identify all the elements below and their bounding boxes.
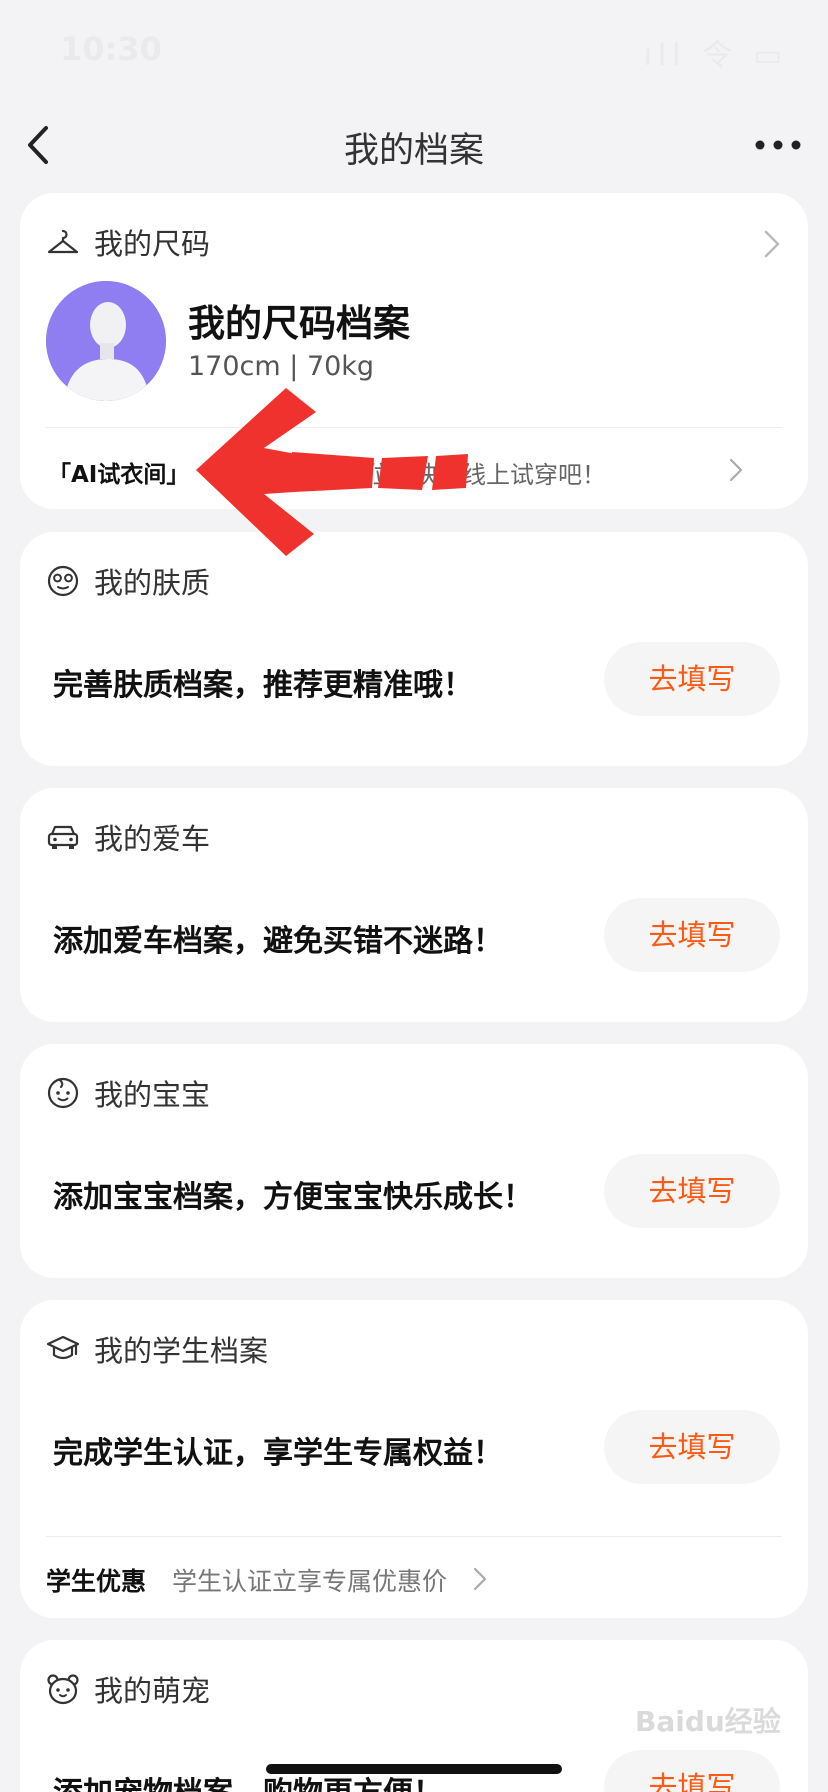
bear-icon	[46, 1672, 80, 1706]
skin-card[interactable]: 我的肤质 完善肤质档案，推荐更精准哦！ 去填写	[20, 532, 808, 766]
divider	[46, 1536, 782, 1537]
status-indicators: ıll 令 ▭	[643, 38, 788, 73]
pet-card-title: 我的萌宠	[94, 1674, 211, 1708]
pet-fill-button[interactable]: 去填写	[604, 1750, 780, 1792]
car-card-prompt: 添加爱车档案，避免买错不迷路！	[53, 924, 503, 959]
size-card-header: 我的尺码	[46, 217, 210, 267]
chevron-right-icon[interactable]	[760, 229, 784, 259]
baby-card-prompt: 添加宝宝档案，方便宝宝快乐成长！	[53, 1180, 533, 1215]
student-promo-label[interactable]: 学生优惠	[46, 1562, 146, 1598]
avatar	[46, 281, 166, 401]
pet-card-header: 我的萌宠	[46, 1664, 210, 1714]
baby-card-title: 我的宝宝	[94, 1078, 211, 1112]
size-card-title: 我的尺码	[94, 227, 211, 261]
chevron-right-icon[interactable]	[472, 1566, 488, 1592]
car-card-title: 我的爱车	[94, 822, 211, 856]
student-card-title: 我的学生档案	[94, 1334, 269, 1368]
student-card-header: 我的学生档案	[46, 1324, 268, 1374]
student-card[interactable]: 我的学生档案 完成学生认证，享学生专属权益！ 去填写 学生优惠 学生认证立享专属…	[20, 1300, 808, 1618]
student-promo-text[interactable]: 学生认证立享专属优惠价	[172, 1562, 447, 1598]
mannequin-icon	[46, 281, 166, 401]
size-profile-measurements: 170cm | 70kg	[188, 351, 375, 382]
watermark-text: Baidu经验	[635, 1705, 781, 1738]
ai-tryon-tag[interactable]: 「AI试衣间」	[48, 455, 189, 489]
baby-card[interactable]: 我的宝宝 添加宝宝档案，方便宝宝快乐成长！ 去填写	[20, 1044, 808, 1278]
baby-card-header: 我的宝宝	[46, 1068, 210, 1118]
baby-face-icon	[46, 1076, 80, 1110]
baby-fill-button[interactable]: 去填写	[604, 1154, 780, 1228]
status-bar: 10:30 ıll 令 ▭	[0, 0, 828, 100]
archive-page: 10:30 ıll 令 ▭ 我的档案 我的尺码 我的尺码档案 170cm | 7…	[0, 0, 828, 1792]
more-button[interactable]	[748, 122, 808, 168]
skin-card-title: 我的肤质	[94, 566, 211, 600]
skin-card-header: 我的肤质	[46, 556, 210, 606]
student-fill-button[interactable]: 去填写	[604, 1410, 780, 1484]
car-icon	[46, 820, 80, 854]
status-time: 10:30	[60, 30, 162, 68]
home-indicator	[266, 1764, 562, 1774]
face-icon	[46, 564, 80, 598]
nav-bar: 我的档案	[0, 100, 828, 190]
graduation-cap-icon	[46, 1332, 80, 1366]
car-fill-button[interactable]: 去填写	[604, 898, 780, 972]
size-profile-title: 我的尺码档案	[188, 302, 410, 345]
car-card-header: 我的爱车	[46, 812, 210, 862]
student-card-prompt: 完成学生认证，享学生专属权益！	[53, 1436, 503, 1471]
hanger-icon	[46, 225, 80, 259]
skin-fill-button[interactable]: 去填写	[604, 642, 780, 716]
chevron-right-icon[interactable]	[728, 457, 744, 483]
page-title: 我的档案	[343, 131, 484, 171]
more-dots-icon	[755, 140, 801, 150]
annotation-arrow	[196, 388, 468, 556]
car-card[interactable]: 我的爱车 添加爱车档案，避免买错不迷路！ 去填写	[20, 788, 808, 1022]
skin-card-prompt: 完善肤质档案，推荐更精准哦！	[53, 668, 473, 703]
